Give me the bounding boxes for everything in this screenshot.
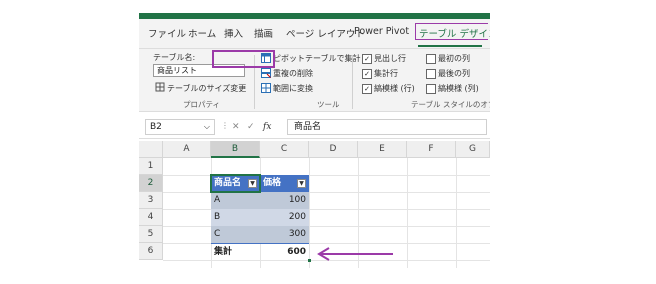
pivot-summarize-button[interactable]: ピボットテーブルで集計 <box>273 53 361 64</box>
resize-table-button[interactable]: テーブルのサイズ変更 <box>167 83 246 94</box>
group-label-properties: プロパティ <box>183 100 221 109</box>
column-header[interactable]: D <box>309 141 358 158</box>
total-row-value[interactable]: 600 <box>260 244 309 261</box>
tab-power-pivot[interactable]: Power Pivot <box>354 26 409 37</box>
active-tab-underline <box>418 45 482 47</box>
table-cell[interactable]: 100 <box>260 192 309 209</box>
tab-insert[interactable]: 挿入 <box>224 26 243 40</box>
column-header[interactable]: B <box>211 141 260 158</box>
cancel-icon[interactable]: ✕ <box>232 122 240 132</box>
table-header-label: 価格 <box>263 178 282 188</box>
column-header[interactable]: A <box>163 141 211 158</box>
row-header[interactable]: 3 <box>139 192 163 209</box>
convert-to-range-icon <box>261 83 271 93</box>
formula-bar: B2 ⌵ ⋮ ✕ ✓ fx 商品名 <box>139 116 490 139</box>
last-column-checkbox[interactable] <box>426 69 436 79</box>
total-row-checkbox[interactable]: ✓ <box>362 69 372 79</box>
table-cell[interactable]: 200 <box>260 209 309 226</box>
name-box-value: B2 <box>150 122 162 132</box>
header-row-checkbox[interactable]: ✓ <box>362 54 372 64</box>
row-header[interactable]: 1 <box>139 158 163 175</box>
tab-annotation-highlight <box>415 23 488 40</box>
remove-duplicates-icon <box>261 68 271 78</box>
tab-home[interactable]: ホーム <box>188 26 216 40</box>
table-resize-handle[interactable] <box>308 259 311 262</box>
resize-table-icon <box>155 82 165 92</box>
total-row-annotation-box <box>212 50 275 68</box>
column-header[interactable]: G <box>456 141 490 158</box>
group-label-tools: ツール <box>317 100 340 109</box>
total-row-annotation-arrow <box>317 247 393 261</box>
table-cell[interactable]: A <box>211 192 260 209</box>
banded-columns-checkbox[interactable] <box>426 84 436 94</box>
more-icon[interactable]: ⋮ <box>221 121 229 130</box>
row-header[interactable]: 2 <box>139 175 163 192</box>
table-cell[interactable]: C <box>211 226 260 243</box>
name-box[interactable]: B2 ⌵ <box>145 119 215 135</box>
row-header[interactable]: 6 <box>139 243 163 260</box>
table-name-label: テーブル名: <box>153 53 196 62</box>
remove-duplicates-button[interactable]: 重複の削除 <box>273 68 313 79</box>
table-cell[interactable]: 300 <box>260 226 309 243</box>
group-label-style-options: テーブル スタイルのオプシ <box>411 100 490 109</box>
tab-draw[interactable]: 描画 <box>254 26 273 40</box>
banded-rows-checkbox[interactable]: ✓ <box>362 84 372 94</box>
row-header[interactable]: 4 <box>139 209 163 226</box>
banded-rows-label: 縞模様 (行) <box>374 84 415 93</box>
active-cell-selection <box>210 174 261 193</box>
insert-function-icon[interactable]: fx <box>263 122 271 132</box>
column-header[interactable]: E <box>358 141 407 158</box>
total-row-label[interactable]: 集計 <box>211 244 260 261</box>
column-header[interactable]: C <box>260 141 309 158</box>
select-all-corner[interactable] <box>139 141 163 158</box>
first-column-label: 最初の列 <box>438 54 470 63</box>
ribbon-body: テーブル名: 商品リスト テーブルのサイズ変更 プロパティ ピボットテーブルで集… <box>139 49 490 112</box>
chevron-down-icon[interactable]: ⌵ <box>204 120 210 134</box>
first-column-checkbox[interactable] <box>426 54 436 64</box>
banded-columns-label: 縞模様 (列) <box>438 84 479 93</box>
total-row-label: 集計行 <box>374 69 398 78</box>
last-column-label: 最後の列 <box>438 69 470 78</box>
column-header[interactable]: F <box>407 141 456 158</box>
header-row-label: 見出し行 <box>374 54 406 63</box>
filter-dropdown-icon[interactable]: ▼ <box>297 179 306 188</box>
excel-window: ファイル ホーム 挿入 描画 ページ レイアウト Power Pivot テーブ… <box>139 13 490 268</box>
convert-to-range-button[interactable]: 範囲に変換 <box>273 83 313 94</box>
table-cell[interactable]: B <box>211 209 260 226</box>
tab-file[interactable]: ファイル <box>148 26 186 40</box>
group-separator <box>352 55 353 109</box>
row-header[interactable]: 5 <box>139 226 163 243</box>
enter-icon[interactable]: ✓ <box>247 122 255 132</box>
ribbon-tabs: ファイル ホーム 挿入 描画 ページ レイアウト Power Pivot テーブ… <box>139 19 490 49</box>
formula-input[interactable]: 商品名 <box>287 119 487 135</box>
